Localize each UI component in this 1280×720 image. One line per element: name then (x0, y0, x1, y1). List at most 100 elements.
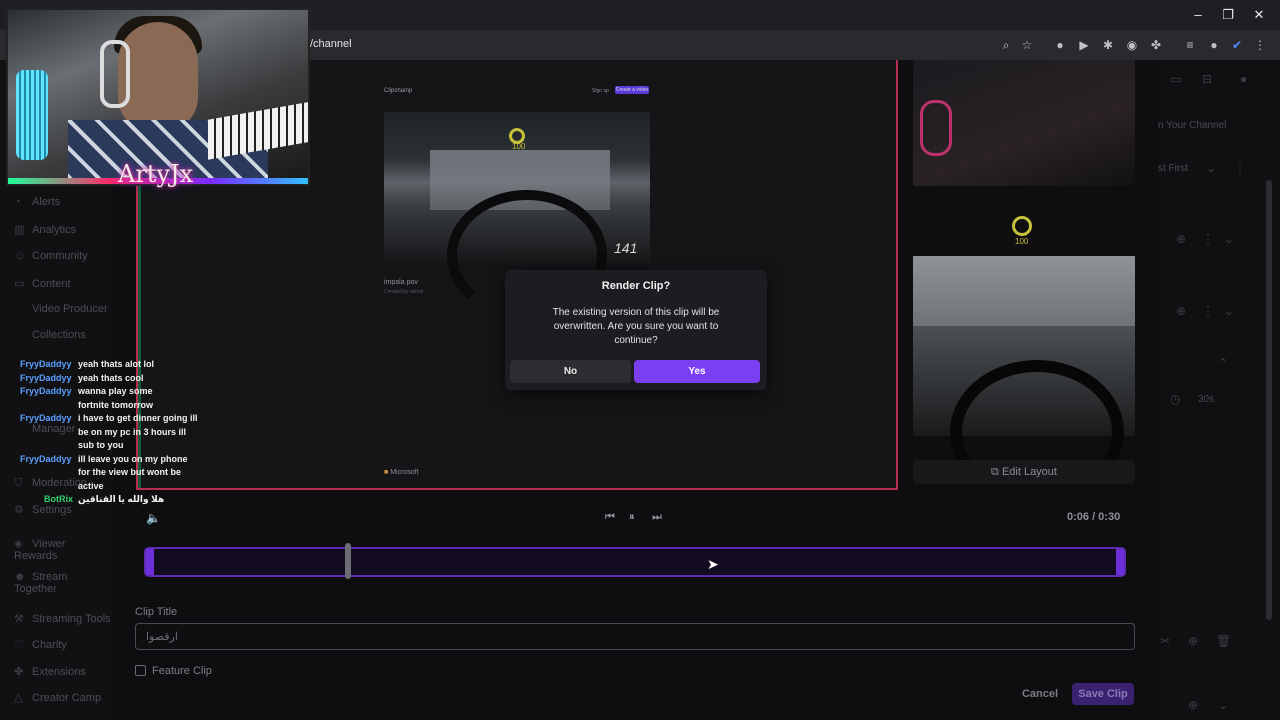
volume-icon[interactable]: 🔈 (146, 511, 161, 525)
sidebar-item-stream-together[interactable]: ☻ Stream Together (14, 571, 104, 595)
right-panel-dimmed: n Your Channel st First ⌄ ⋮ ▭ ⊟ ● ⊕ ⋮ ⌄ … (1158, 60, 1280, 720)
sidebar-item-viewer-rewards[interactable]: ◈ Viewer Rewards (14, 537, 104, 562)
sidebar-item-analytics[interactable]: ▥ Analytics (14, 223, 76, 236)
sort-select[interactable]: st First (1158, 163, 1188, 174)
chevron-down-icon[interactable]: ⌄ (1218, 698, 1228, 712)
chat-icon[interactable]: ▭ (1170, 72, 1181, 86)
minimize-button[interactable]: – (1183, 6, 1213, 24)
bookmark-star-icon[interactable]: ☆ (1019, 37, 1035, 53)
sidebar-item-creator-camp[interactable]: △ Creator Camp (14, 691, 101, 704)
zoom-icon[interactable]: ⌕ (998, 37, 1014, 53)
speedometer-value: 141 (614, 240, 638, 256)
extension-icon[interactable]: ▶ (1076, 37, 1092, 53)
no-button[interactable]: No (510, 360, 631, 383)
clip-timeline[interactable] (144, 547, 1126, 577)
clock-icon: ◷ (1170, 392, 1181, 406)
add-icon[interactable]: ⊕ (1188, 634, 1198, 648)
sidebar-item-alerts[interactable]: ◔ Alerts (14, 196, 60, 208)
tent-icon: △ (14, 692, 23, 704)
extension-icon[interactable]: ● (1052, 37, 1068, 53)
sidebar-item-content[interactable]: ▭ Content (14, 277, 71, 290)
sidebar-item-collections[interactable]: Collections (32, 329, 86, 341)
shield-check-icon[interactable]: ✔ (1229, 37, 1245, 53)
sidebar-item-streaming-tools[interactable]: ⚒ Streaming Tools (14, 612, 111, 625)
chat-text: yeah thats cool (78, 372, 144, 383)
maximize-button[interactable]: ❐ (1213, 6, 1243, 24)
add-icon[interactable]: ⊕ (1176, 304, 1186, 318)
folder-icon: ▭ (14, 278, 25, 290)
sidebar-item-charity[interactable]: ♡ Charity (14, 638, 67, 651)
inbox-icon[interactable]: ⊟ (1202, 72, 1212, 86)
extension-icon[interactable]: ◉ (1124, 37, 1140, 53)
skip-back-icon[interactable]: ⏮ (605, 511, 615, 524)
cancel-button[interactable]: Cancel (1014, 683, 1066, 705)
bell-icon: ◔ (14, 196, 21, 208)
create-video-button: Create a video (615, 86, 649, 94)
pause-icon[interactable]: ⏸ (629, 511, 635, 524)
chat-message: FryyDaddyy yeah thats alot lol (20, 358, 210, 372)
close-window-button[interactable]: ✕ (1244, 6, 1274, 24)
timecode: 0:06 / 0:30 (1067, 511, 1121, 523)
gameplay-sky (913, 256, 1135, 326)
trim-start-handle[interactable] (146, 549, 154, 575)
signup-link: Sign up (592, 88, 609, 94)
chat-text: wanna play some fortnite tomorrow (78, 386, 153, 410)
yes-button[interactable]: Yes (634, 360, 760, 383)
media-icon[interactable]: ≡ (1182, 37, 1198, 53)
microphone-image (16, 70, 48, 160)
render-clip-dialog: Render Clip? The existing version of thi… (505, 270, 767, 390)
add-icon[interactable]: ⊕ (1188, 698, 1198, 712)
headset-image (100, 40, 130, 108)
feature-clip-label[interactable]: Feature Clip (152, 665, 212, 677)
channel-label: n Your Channel (1158, 120, 1227, 131)
chat-overlay: FryyDaddyy yeah thats alot lol FryyDaddy… (20, 358, 210, 507)
feature-clip-checkbox[interactable] (135, 665, 146, 676)
tools-icon: ⚒ (14, 613, 24, 625)
add-icon[interactable]: ⊕ (1176, 232, 1186, 246)
people-icon: ☺ (14, 250, 26, 262)
dialog-title: Render Clip? (601, 280, 671, 292)
save-clip-button[interactable]: Save Clip (1072, 683, 1134, 705)
clip-title-input[interactable] (135, 623, 1135, 650)
chat-username: FryyDaddyy (20, 453, 72, 464)
scissors-icon[interactable]: ✂ (1160, 634, 1170, 648)
trash-icon[interactable]: 🗑 (1216, 634, 1231, 648)
skip-forward-icon[interactable]: ⏭ (652, 511, 662, 524)
timeline-playhead[interactable] (345, 543, 351, 579)
chat-message: BotRix هلا والله يا القناقين (20, 493, 210, 507)
menu-kebab-icon[interactable]: ⋮ (1252, 37, 1268, 53)
chart-icon: ▥ (14, 224, 25, 236)
users-icon: ☻ (14, 571, 26, 583)
kebab-icon[interactable]: ⋮ (1202, 232, 1214, 246)
chat-message: FryyDaddyy yeah thats cool (20, 372, 210, 386)
chat-username: BotRix (44, 494, 73, 504)
extension-icon[interactable]: ✱ (1100, 37, 1116, 53)
microsoft-logo: ■ Microsoft (384, 469, 419, 476)
chevron-up-icon[interactable]: ⌃ (1218, 356, 1228, 370)
extensions-puzzle-icon[interactable]: ✤ (1148, 37, 1164, 53)
gauge-icon (1012, 216, 1032, 236)
trim-end-handle[interactable] (1116, 549, 1124, 575)
gauge-value: 100 (1015, 237, 1029, 246)
sidebar-item-community[interactable]: ☺ Community (14, 250, 88, 262)
streamer-name-overlay: ArtyJx (118, 160, 194, 188)
page-scrollbar[interactable] (1266, 180, 1272, 620)
profile-icon[interactable]: ● (1240, 72, 1247, 86)
gift-icon: ◈ (14, 538, 23, 550)
dialog-body: The existing version of this clip will b… (552, 307, 720, 346)
sidebar-item-extensions[interactable]: ✤ Extensions (14, 665, 86, 678)
kebab-icon[interactable]: ⋮ (1202, 304, 1214, 318)
kebab-icon[interactable]: ⋮ (1234, 161, 1246, 175)
clipchamp-logo: Clipchamp (384, 88, 413, 94)
headset-glow (920, 100, 952, 156)
mouse-cursor-icon: ➤ (707, 556, 719, 572)
chevron-down-icon[interactable]: ⌄ (1224, 304, 1234, 318)
url-text[interactable]: /channel (310, 38, 352, 50)
chat-username: FryyDaddyy (20, 372, 72, 383)
edit-layout-button[interactable]: ⧉ Edit Layout (913, 460, 1135, 484)
chevron-down-icon[interactable]: ⌄ (1224, 232, 1234, 246)
preview-video-subtitle: Created by admin (384, 289, 424, 295)
sidebar-item-video-producer[interactable]: Video Producer (32, 303, 108, 315)
profile-icon[interactable]: ● (1206, 37, 1222, 53)
chat-username: FryyDaddyy (20, 386, 72, 396)
